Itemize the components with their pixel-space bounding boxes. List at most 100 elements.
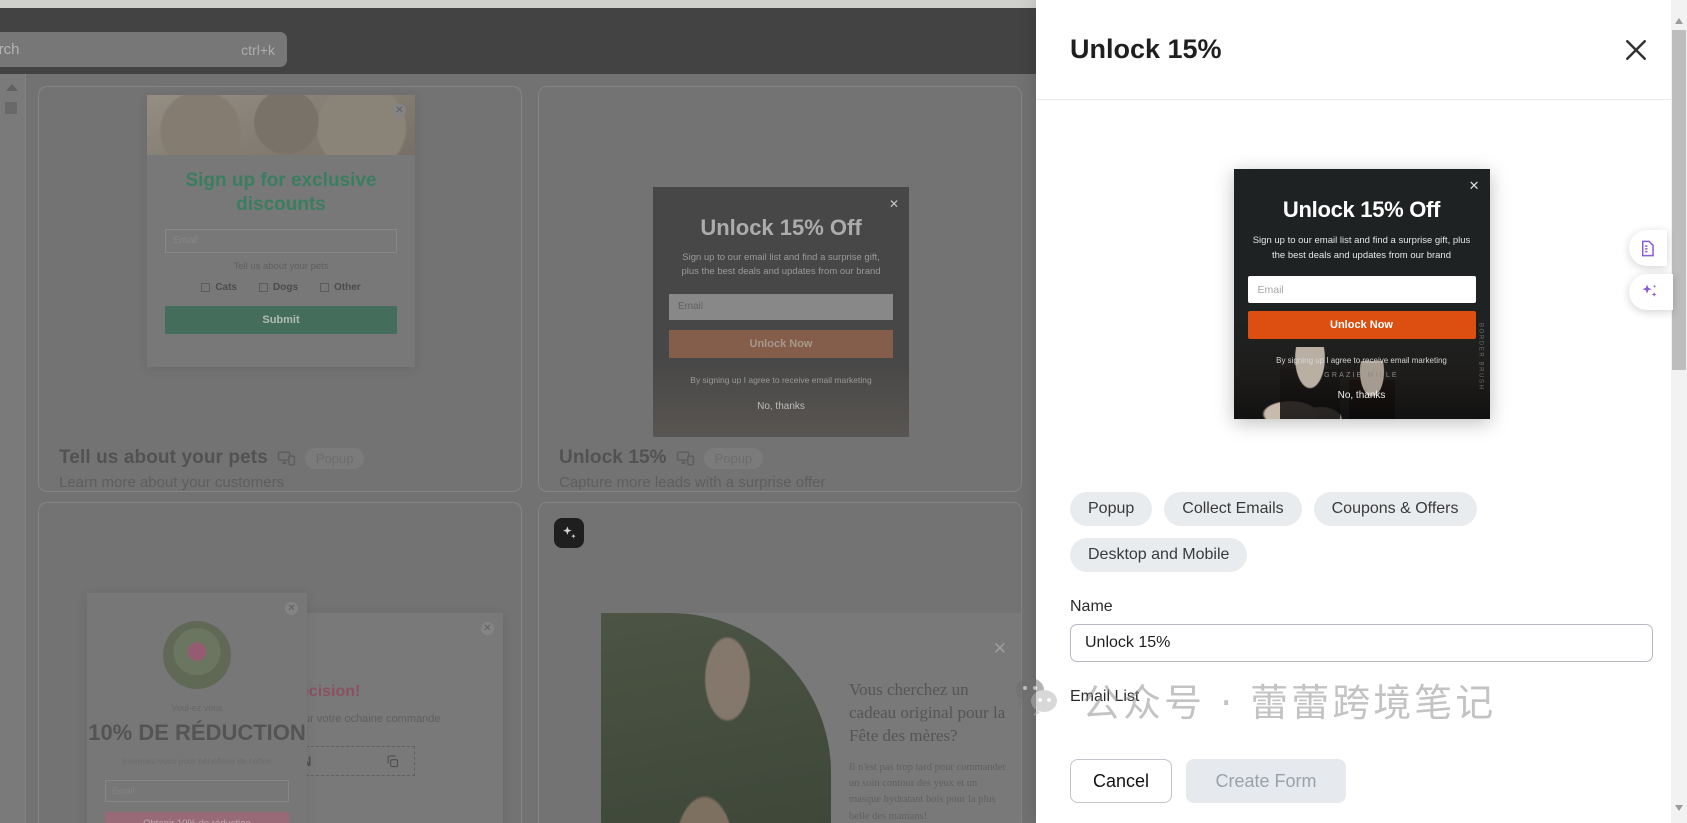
search-shortcut-hint: ctrl+k [241, 41, 275, 58]
pets-heading: Sign up for exclusive discounts [185, 170, 377, 215]
document-icon [1641, 240, 1654, 256]
template-preview-mothersday: ✕ Vous cherchez un cadeau original pour … [601, 613, 1021, 823]
name-input[interactable]: Unlock 15% [1070, 624, 1653, 662]
card-caption: Unlock 15% Popup Capture more leads with… [559, 447, 999, 491]
tag-list: Popup Collect Emails Coupons & Offers De… [1070, 492, 1653, 572]
sparkles-icon [1642, 284, 1657, 297]
desktop-mobile-icon [277, 450, 296, 466]
pets-option-label: Dogs [273, 281, 298, 293]
template-card-reduction[interactable]: ✕ ellente décision! de réduction sur vot… [38, 502, 522, 823]
checkbox-icon [201, 282, 211, 292]
mothersday-heading: Vous cherchez un cadeau original pour la… [849, 680, 1006, 745]
tag-popup[interactable]: Popup [1070, 492, 1153, 526]
pets-options: Cats Dogs Other [165, 282, 397, 293]
pets-option: Cats [201, 282, 237, 293]
unlock-decline-link: No, thanks [757, 400, 805, 412]
rail-square-icon [5, 102, 17, 114]
panel-header: Unlock 15% [1036, 0, 1687, 100]
status-badge: Popup [304, 447, 365, 469]
preview-email-placeholder: Email [1257, 283, 1284, 296]
reduction-sub: Inscrivez-vous pour bénéficier de l'offr… [122, 755, 272, 766]
preview-fine-print: By signing up I agree to receive email m… [1276, 356, 1447, 366]
tag-desktop-and-mobile[interactable]: Desktop and Mobile [1070, 538, 1248, 572]
tag-collect-emails[interactable]: Collect Emails [1164, 492, 1302, 526]
ai-sparkles-tab-button[interactable] [1629, 274, 1673, 310]
template-preview-unlock15: ✕ Unlock 15% Off Sign up to our email li… [653, 187, 909, 437]
unlock-fine-print: By signing up I agree to receive email m… [690, 374, 872, 385]
preview-heading: Unlock 15% Off [1282, 197, 1441, 222]
sparkles-glyph [562, 525, 576, 538]
template-preview-coupon: ✕ ellente décision! de réduction sur vot… [235, 613, 503, 823]
close-icon[interactable] [1621, 35, 1651, 65]
page-scrollbar-thumb[interactable] [1672, 30, 1686, 370]
search-input[interactable]: earch ctrl+k [0, 32, 287, 67]
checkbox-icon [259, 282, 268, 292]
reduction-heading: 10% DE RÉDUCTION [88, 720, 306, 745]
scroll-down-arrow-icon[interactable] [1674, 803, 1684, 813]
pets-option-label: Cats [215, 281, 237, 293]
tag-coupons-offers[interactable]: Coupons & Offers [1313, 492, 1477, 526]
preview-side-caption: BORDER BRUSH [1477, 323, 1484, 391]
close-icon: ✕ [888, 197, 899, 211]
close-icon[interactable]: ✕ [1469, 179, 1480, 192]
template-card-mothersday[interactable]: ✕ Vous cherchez un cadeau original pour … [538, 502, 1022, 823]
close-icon: ✕ [481, 622, 494, 635]
template-card-pets[interactable]: ✕ Sign up for exclusive discounts Email … [38, 86, 522, 492]
page-title: Unlock 15% [1070, 34, 1222, 64]
name-field-label: Name [1070, 598, 1113, 615]
template-preview-reduction: ✕ Voul-ez vous 10% DE RÉDUCTION Inscrive… [87, 593, 307, 823]
close-icon: ✕ [393, 104, 406, 117]
template-card-unlock15[interactable]: ✕ Unlock 15% Off Sign up to our email li… [538, 86, 1022, 492]
unlock-heading: Unlock 15% Off [700, 215, 862, 240]
rail-triangle-icon [6, 84, 18, 91]
name-input-value: Unlock 15% [1085, 634, 1171, 651]
card-subtitle: Capture more leads with a surprise offer [559, 474, 826, 491]
flower-photo [163, 621, 231, 689]
unlock-email-field: Email [669, 293, 893, 320]
reduction-cta-button: Obtenir 10% de réduction [105, 811, 289, 823]
preview-cta-button[interactable]: Unlock Now [1247, 311, 1476, 340]
preview-photo-caption: GRAZIE MILLE [1324, 372, 1399, 380]
document-tab-button[interactable] [1629, 230, 1667, 266]
pets-email-placeholder: Email [173, 235, 199, 246]
close-icon: ✕ [992, 639, 1007, 658]
copy-icon [387, 754, 399, 767]
unlock-subtitle: Sign up to our email list and find a sur… [681, 252, 881, 278]
template-preview-area: ✕ Unlock 15% Off Sign up to our email li… [1070, 100, 1653, 480]
search-input-value: earch [0, 41, 20, 58]
mothersday-body: Il n'est pas trop tard pour commander un… [849, 761, 1007, 822]
panel-footer: Cancel Create Form [1036, 739, 1687, 823]
popup-preview: ✕ Unlock 15% Off Sign up to our email li… [1233, 169, 1490, 419]
preview-email-input[interactable]: Email [1247, 276, 1476, 304]
scroll-up-arrow-icon[interactable] [1674, 16, 1684, 26]
panel-scroll-area: ✕ Unlock 15% Off Sign up to our email li… [1036, 100, 1687, 739]
left-rail[interactable] [0, 74, 26, 823]
reduction-email-placeholder: Email [112, 785, 135, 796]
template-detail-panel: Unlock 15% ✕ Unlock 15% Off Sign up to o… [1036, 0, 1687, 823]
pets-option-label: Other [334, 281, 361, 293]
desktop-mobile-icon [676, 450, 694, 466]
pets-option: Dogs [259, 282, 298, 293]
status-badge: Popup [703, 447, 764, 469]
floating-tab-group [1629, 230, 1673, 318]
template-preview-pets: ✕ Sign up for exclusive discounts Email … [147, 95, 415, 367]
reduction-email-field: Email [105, 779, 289, 802]
cancel-button[interactable]: Cancel [1070, 759, 1173, 803]
page-scrollbar[interactable] [1671, 0, 1687, 823]
unlock-email-placeholder: Email [678, 301, 704, 312]
pets-option: Other [320, 282, 361, 293]
reduction-kicker: Voul-ez vous [171, 703, 223, 713]
pets-email-field: Email [165, 228, 397, 253]
preview-decline-link[interactable]: No, thanks [1234, 390, 1490, 401]
card-title: Tell us about your pets [59, 447, 268, 468]
pets-submit-button: Submit [165, 305, 397, 334]
card-caption: Tell us about your pets Popup Learn more… [59, 447, 499, 491]
close-icon: ✕ [285, 602, 298, 615]
card-title: Unlock 15% [559, 447, 667, 468]
email-list-field-label: Email List [1070, 688, 1140, 702]
mother-child-photo [601, 613, 831, 823]
sparkles-icon [554, 518, 584, 548]
pets-photo [147, 95, 415, 155]
pets-note: Tell us about your pets [233, 260, 329, 272]
create-form-button[interactable]: Create Form [1186, 759, 1347, 803]
